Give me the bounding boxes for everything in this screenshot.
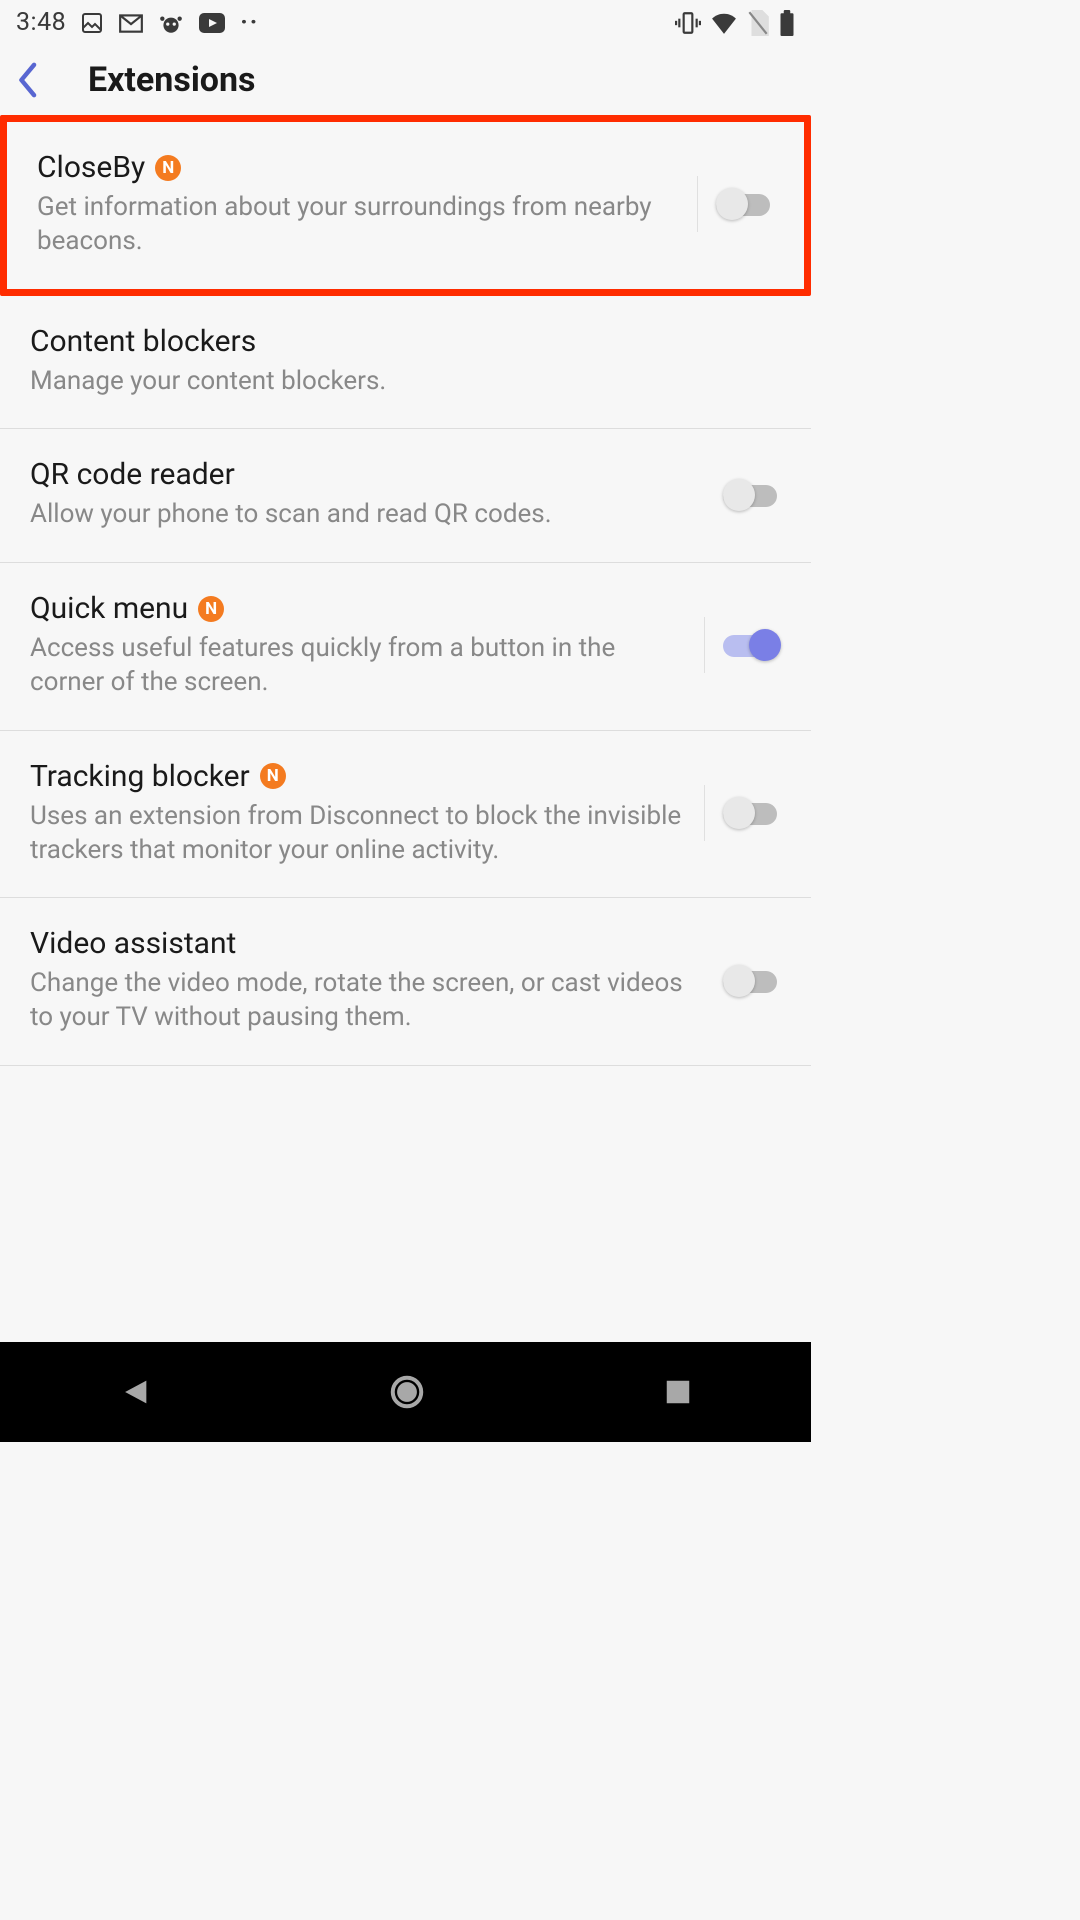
page-title: Extensions <box>88 60 256 100</box>
youtube-icon <box>198 12 226 34</box>
extension-text: Video assistant Change the video mode, r… <box>30 926 707 1035</box>
closeby-toggle[interactable] <box>716 188 774 220</box>
new-badge-icon: N <box>198 596 224 622</box>
extension-text: Quick menu N Access useful features quic… <box>30 591 688 700</box>
nav-home-button[interactable] <box>388 1373 426 1411</box>
status-right <box>675 10 795 36</box>
extension-tracking-blocker[interactable]: Tracking blocker N Uses an extension fro… <box>0 731 811 899</box>
toggle-divider <box>704 785 781 841</box>
extension-qr[interactable]: QR code reader Allow your phone to scan … <box>0 429 811 563</box>
extension-desc: Change the video mode, rotate the screen… <box>30 967 707 1035</box>
app-bar: Extensions <box>0 45 811 115</box>
nav-back-button[interactable] <box>118 1375 152 1409</box>
quick-menu-toggle[interactable] <box>723 629 781 661</box>
navigation-bar <box>0 1342 811 1442</box>
status-bar: 3:48 ·· <box>0 0 811 45</box>
status-left: 3:48 ·· <box>16 8 259 37</box>
nav-recents-button[interactable] <box>663 1377 693 1407</box>
photos-icon <box>80 11 104 35</box>
qr-toggle[interactable] <box>723 479 781 511</box>
vibrate-icon <box>675 10 701 36</box>
extensions-list: CloseBy N Get information about your sur… <box>0 115 811 1066</box>
extension-title: CloseBy <box>37 150 145 185</box>
extension-content-blockers[interactable]: Content blockers Manage your content blo… <box>0 296 811 430</box>
extension-desc: Get information about your surroundings … <box>37 191 681 259</box>
back-button[interactable] <box>15 61 43 99</box>
toggle-divider <box>704 617 781 673</box>
reddit-icon <box>158 10 184 36</box>
extension-title: Quick menu <box>30 591 188 626</box>
extension-desc: Allow your phone to scan and read QR cod… <box>30 498 707 532</box>
gmail-icon <box>118 10 144 36</box>
extension-quick-menu[interactable]: Quick menu N Access useful features quic… <box>0 563 811 731</box>
extension-title: Video assistant <box>30 926 236 961</box>
extension-text: QR code reader Allow your phone to scan … <box>30 457 707 532</box>
status-time: 3:48 <box>16 8 66 37</box>
new-badge-icon: N <box>260 763 286 789</box>
extension-text: Tracking blocker N Uses an extension fro… <box>30 759 688 868</box>
extension-desc: Uses an extension from Disconnect to blo… <box>30 800 688 868</box>
extension-title: Tracking blocker <box>30 759 250 794</box>
extension-text: CloseBy N Get information about your sur… <box>37 150 681 259</box>
new-badge-icon: N <box>155 155 181 181</box>
extension-title: QR code reader <box>30 457 235 492</box>
extension-closeby[interactable]: CloseBy N Get information about your sur… <box>0 115 811 296</box>
toggle-divider <box>697 176 774 232</box>
extension-desc: Access useful features quickly from a bu… <box>30 632 688 700</box>
extension-title: Content blockers <box>30 324 256 359</box>
extension-text: Content blockers Manage your content blo… <box>30 324 781 399</box>
video-toggle[interactable] <box>723 965 781 997</box>
extension-desc: Manage your content blockers. <box>30 365 781 399</box>
tracking-toggle[interactable] <box>723 797 781 829</box>
no-sim-icon <box>747 10 769 36</box>
status-more-icon: ·· <box>240 8 259 37</box>
extension-video-assistant[interactable]: Video assistant Change the video mode, r… <box>0 898 811 1066</box>
battery-icon <box>779 10 795 36</box>
wifi-icon <box>711 12 737 34</box>
